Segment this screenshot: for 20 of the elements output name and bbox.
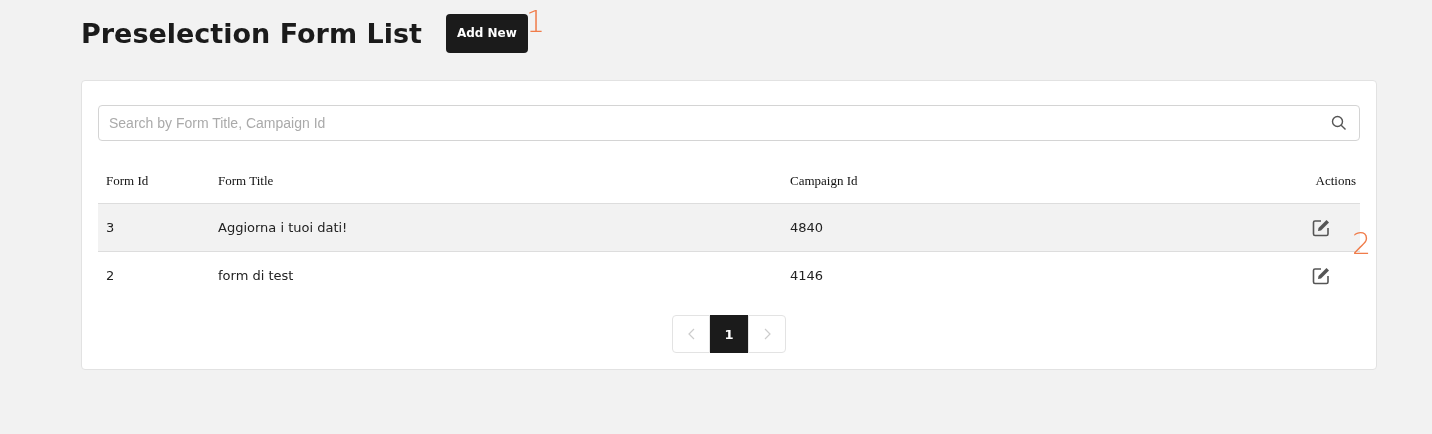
edit-icon[interactable] — [1312, 218, 1330, 237]
chevron-right-icon — [763, 328, 771, 340]
table-cell-text: 4146 — [789, 268, 825, 283]
search-field[interactable]: Search by Form Title, Campaign Id — [98, 105, 1360, 141]
table-cell-text: Aggiorna i tuoi dati! — [217, 220, 349, 235]
page-button[interactable]: 1 — [710, 315, 748, 353]
column-header: Campaign Id — [789, 173, 859, 189]
table-cell-text: 2 — [105, 268, 116, 283]
table-cell-text: 4840 — [789, 220, 825, 235]
column-header: Actions — [1314, 173, 1357, 189]
table-cell-text: form di test — [217, 268, 295, 283]
page-title: Preselection Form List — [81, 17, 422, 49]
search-icon — [1331, 115, 1347, 131]
table-cell-text: 3 — [105, 220, 116, 235]
edit-icon[interactable] — [1312, 266, 1330, 285]
annotation-number: 1 — [526, 4, 546, 39]
column-header: Form Id — [105, 173, 150, 189]
column-header: Form Title — [217, 173, 275, 189]
chevron-left-icon — [687, 328, 695, 340]
add-new-button[interactable]: Add New — [445, 13, 528, 53]
